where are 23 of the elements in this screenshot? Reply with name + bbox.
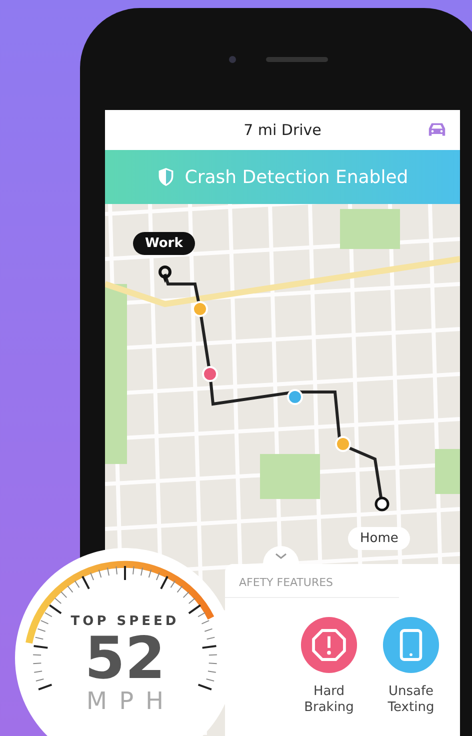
shield-icon bbox=[156, 167, 175, 187]
car-icon[interactable] bbox=[428, 122, 446, 137]
park bbox=[340, 209, 400, 249]
feature-label: Hard Braking bbox=[303, 684, 355, 716]
phone-icon[interactable] bbox=[382, 616, 440, 674]
event-dot[interactable] bbox=[287, 389, 303, 405]
work-label: Work bbox=[133, 232, 195, 255]
home-marker bbox=[374, 496, 390, 512]
event-dot[interactable] bbox=[335, 436, 351, 452]
work-pin bbox=[158, 266, 172, 283]
trip-title: 7 mi Drive bbox=[244, 121, 322, 139]
banner-text: Crash Detection Enabled bbox=[184, 166, 408, 188]
panel-heading: AFETY FEATURES bbox=[225, 564, 399, 598]
camera-icon bbox=[229, 56, 236, 62]
speaker-grille bbox=[266, 56, 328, 62]
event-dot[interactable] bbox=[202, 366, 218, 382]
stop-sign-icon[interactable] bbox=[300, 616, 358, 674]
event-dot[interactable] bbox=[192, 301, 208, 317]
park bbox=[435, 449, 460, 494]
park bbox=[260, 454, 320, 499]
chevron-down-icon bbox=[275, 553, 287, 559]
feature-label: Unsafe Texting bbox=[386, 684, 436, 716]
home-label: Home bbox=[348, 527, 410, 550]
